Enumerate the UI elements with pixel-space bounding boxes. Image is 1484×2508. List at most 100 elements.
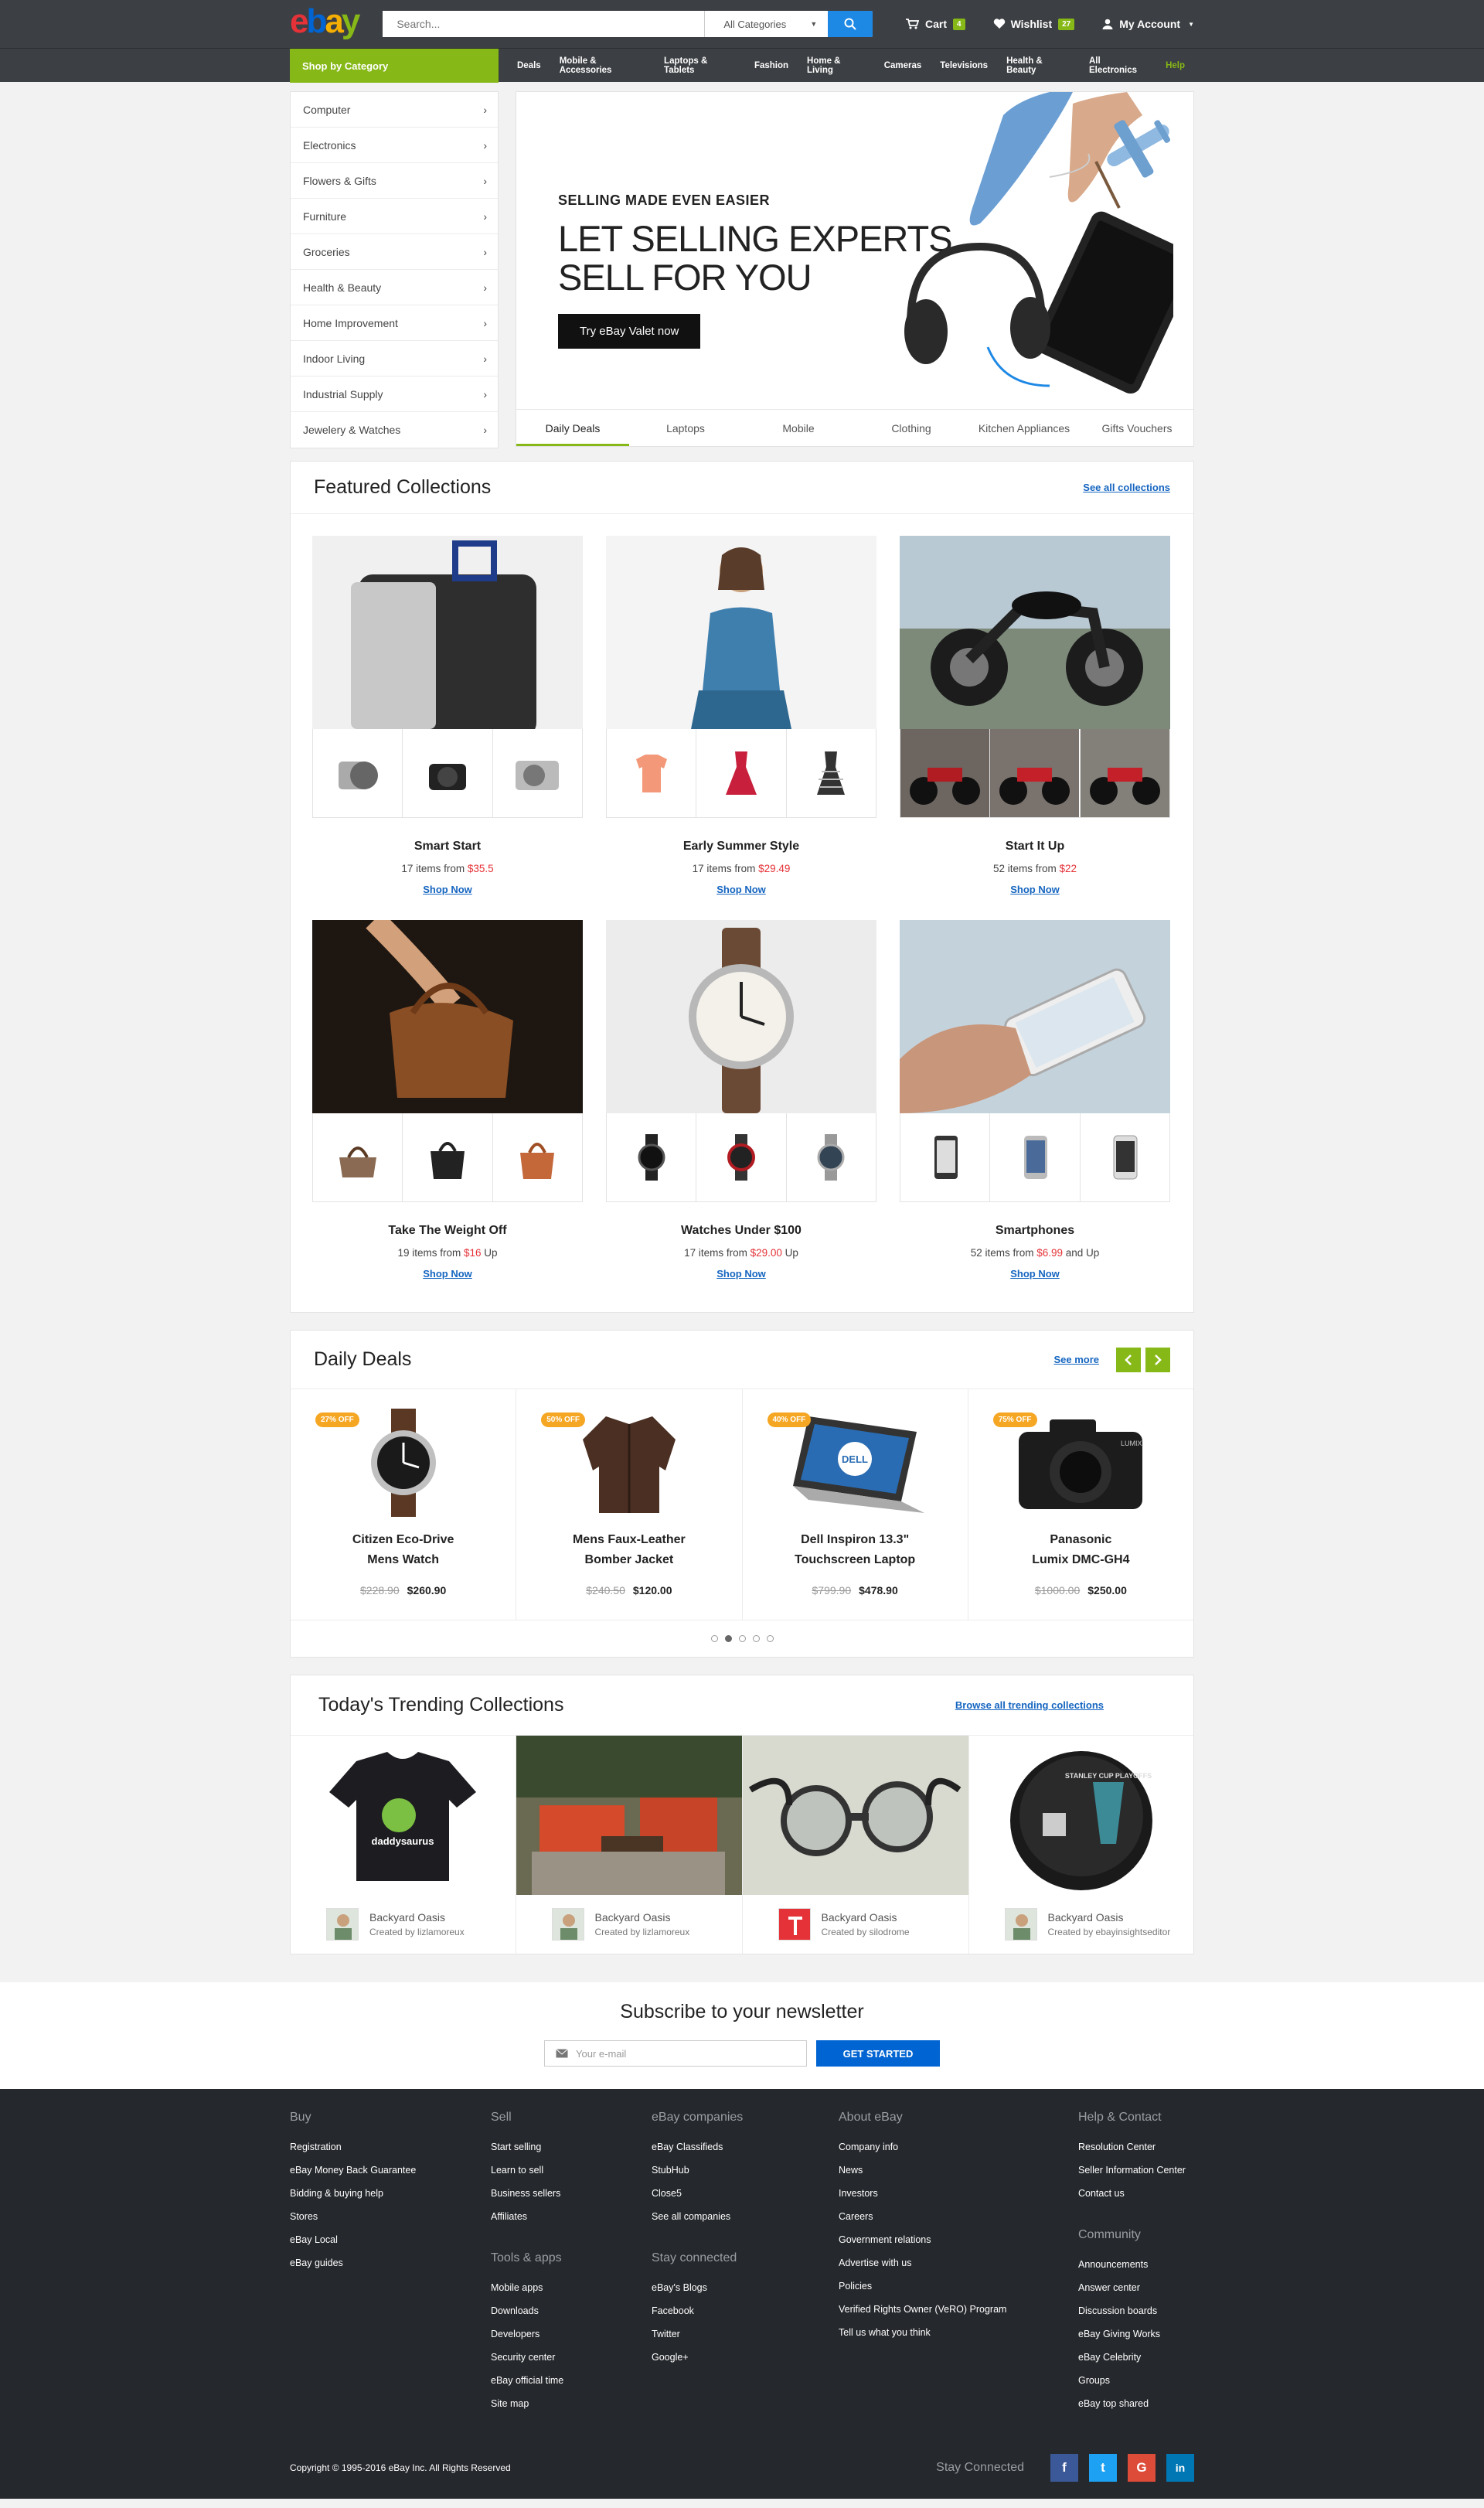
nav-link-cameras[interactable]: Cameras	[875, 61, 931, 70]
linkedin-icon[interactable]: in	[1166, 2454, 1194, 2482]
carousel-dot[interactable]	[710, 1635, 718, 1642]
category-item-indoor-living[interactable]: Indoor Living ›	[291, 341, 498, 377]
footer-link[interactable]: Advertise with us	[839, 2251, 1078, 2275]
footer-link[interactable]: Company info	[839, 2135, 1078, 2159]
shop-now-link[interactable]: Shop Now	[900, 1268, 1170, 1280]
footer-link[interactable]: Careers	[839, 2205, 1078, 2228]
trending-card[interactable]: daddysaurus Backyard Oasis Created by liz…	[291, 1736, 516, 1954]
category-select[interactable]: All Categories ▼	[704, 11, 828, 37]
footer-link[interactable]: Answer center	[1078, 2276, 1186, 2299]
category-item-electronics[interactable]: Electronics ›	[291, 128, 498, 163]
footer-link[interactable]: Developers	[491, 2322, 652, 2346]
nav-link-help[interactable]: Help	[1156, 61, 1194, 70]
carousel-dot[interactable]	[766, 1635, 774, 1642]
shop-now-link[interactable]: Shop Now	[312, 884, 583, 895]
tab-kitchen[interactable]: Kitchen Appliances	[968, 410, 1081, 446]
carousel-dot[interactable]	[752, 1635, 760, 1642]
footer-link[interactable]: eBay Classifieds	[652, 2135, 839, 2159]
see-more-link[interactable]: See more	[1053, 1354, 1099, 1365]
nav-link-deals[interactable]: Deals	[508, 61, 550, 70]
footer-link[interactable]: Stores	[290, 2205, 491, 2228]
footer-link[interactable]: News	[839, 2159, 1078, 2182]
category-item-groceries[interactable]: Groceries ›	[291, 234, 498, 270]
footer-link[interactable]: Policies	[839, 2275, 1078, 2298]
browse-trending-link[interactable]: Browse all trending collections	[955, 1699, 1104, 1711]
prev-arrow-button[interactable]	[1116, 1347, 1141, 1372]
shop-now-link[interactable]: Shop Now	[606, 1268, 876, 1280]
facebook-icon[interactable]: f	[1050, 2454, 1078, 2482]
footer-link[interactable]: Twitter	[652, 2322, 839, 2346]
twitter-icon[interactable]: t	[1089, 2454, 1117, 2482]
shop-now-link[interactable]: Shop Now	[312, 1268, 583, 1280]
cart-link[interactable]: Cart 4	[906, 18, 965, 30]
footer-link[interactable]: Site map	[491, 2392, 652, 2415]
category-item-industrial[interactable]: Industrial Supply ›	[291, 377, 498, 412]
collection-card[interactable]: Smartphones 52 items from $6.99 and Up S…	[900, 920, 1170, 1280]
footer-link[interactable]: eBay Celebrity	[1078, 2346, 1186, 2369]
search-input[interactable]	[383, 11, 705, 37]
footer-link[interactable]: Mobile apps	[491, 2276, 652, 2299]
get-started-button[interactable]: GET STARTED	[816, 2040, 940, 2067]
google-plus-icon[interactable]: G	[1128, 2454, 1156, 2482]
footer-link[interactable]: Security center	[491, 2346, 652, 2369]
footer-link[interactable]: Registration	[290, 2135, 491, 2159]
footer-link[interactable]: eBay Giving Works	[1078, 2322, 1186, 2346]
category-item-health[interactable]: Health & Beauty ›	[291, 270, 498, 305]
tab-gifts[interactable]: Gifts Vouchers	[1081, 410, 1193, 446]
collection-card[interactable]: Watches Under $100 17 items from $29.00 …	[606, 920, 876, 1280]
category-item-computer[interactable]: Computer ›	[291, 92, 498, 128]
ebay-logo[interactable]: ebay	[290, 5, 360, 39]
footer-link[interactable]: Google+	[652, 2346, 839, 2369]
footer-link[interactable]: Close5	[652, 2182, 839, 2205]
shop-now-link[interactable]: Shop Now	[900, 884, 1170, 895]
footer-link[interactable]: Contact us	[1078, 2182, 1186, 2205]
nav-link-home[interactable]: Home & Living	[798, 56, 875, 75]
nav-link-mobile[interactable]: Mobile & Accessories	[550, 56, 655, 75]
footer-link[interactable]: eBay top shared	[1078, 2392, 1186, 2415]
nav-link-all-electronics[interactable]: All Electronics	[1080, 56, 1156, 75]
carousel-dot[interactable]	[738, 1635, 746, 1642]
email-field[interactable]: Your e-mail	[544, 2040, 807, 2067]
trending-card[interactable]: STANLEY CUP PLAYOFFS Backyard Oasis Creat…	[968, 1736, 1193, 1954]
shop-now-link[interactable]: Shop Now	[606, 884, 876, 895]
footer-link[interactable]: eBay's Blogs	[652, 2276, 839, 2299]
footer-link[interactable]: Announcements	[1078, 2253, 1186, 2276]
trending-card[interactable]: Backyard Oasis Created by silodrome	[742, 1736, 969, 1954]
footer-link[interactable]: Tell us what you think	[839, 2321, 1078, 2344]
try-valet-button[interactable]: Try eBay Valet now	[558, 314, 701, 349]
search-button[interactable]	[828, 11, 873, 37]
deal-card[interactable]: 40% OFF DELL Dell Inspiron 13.3" Touchscr…	[743, 1389, 968, 1620]
tab-mobile[interactable]: Mobile	[742, 410, 855, 446]
collection-card[interactable]: Early Summer Style 17 items from $29.49 …	[606, 536, 876, 895]
footer-link[interactable]: Downloads	[491, 2299, 652, 2322]
tab-clothing[interactable]: Clothing	[855, 410, 968, 446]
tab-daily-deals[interactable]: Daily Deals	[516, 410, 629, 446]
footer-link[interactable]: eBay Local	[290, 2228, 491, 2251]
category-item-home-improvement[interactable]: Home Improvement ›	[291, 305, 498, 341]
nav-link-fashion[interactable]: Fashion	[745, 61, 798, 70]
footer-link[interactable]: See all companies	[652, 2205, 839, 2228]
footer-link[interactable]: Facebook	[652, 2299, 839, 2322]
footer-link[interactable]: Bidding & buying help	[290, 2182, 491, 2205]
next-arrow-button[interactable]	[1145, 1347, 1170, 1372]
see-all-collections-link[interactable]: See all collections	[1083, 482, 1170, 493]
footer-link[interactable]: eBay Money Back Guarantee	[290, 2159, 491, 2182]
footer-link[interactable]: Start selling	[491, 2135, 652, 2159]
trending-card[interactable]: Backyard Oasis Created by lizlamoreux	[516, 1736, 743, 1954]
account-menu[interactable]: My Account ▼	[1102, 18, 1194, 30]
footer-link[interactable]: Government relations	[839, 2228, 1078, 2251]
nav-link-televisions[interactable]: Televisions	[931, 61, 997, 70]
footer-link[interactable]: eBay official time	[491, 2369, 652, 2392]
footer-link[interactable]: Discussion boards	[1078, 2299, 1186, 2322]
footer-link[interactable]: Seller Information Center	[1078, 2159, 1186, 2182]
nav-link-health[interactable]: Health & Beauty	[997, 56, 1080, 75]
deal-card[interactable]: 27% OFF Citizen Eco-Drive Mens Watch $228…	[291, 1389, 517, 1620]
footer-link[interactable]: eBay guides	[290, 2251, 491, 2275]
footer-link[interactable]: Learn to sell	[491, 2159, 652, 2182]
footer-link[interactable]: Business sellers	[491, 2182, 652, 2205]
tab-laptops[interactable]: Laptops	[629, 410, 742, 446]
category-item-furniture[interactable]: Furniture ›	[291, 199, 498, 234]
collection-card[interactable]: Smart Start 17 items from $35.5 Shop Now	[312, 536, 583, 895]
footer-link[interactable]: Investors	[839, 2182, 1078, 2205]
footer-link[interactable]: Resolution Center	[1078, 2135, 1186, 2159]
